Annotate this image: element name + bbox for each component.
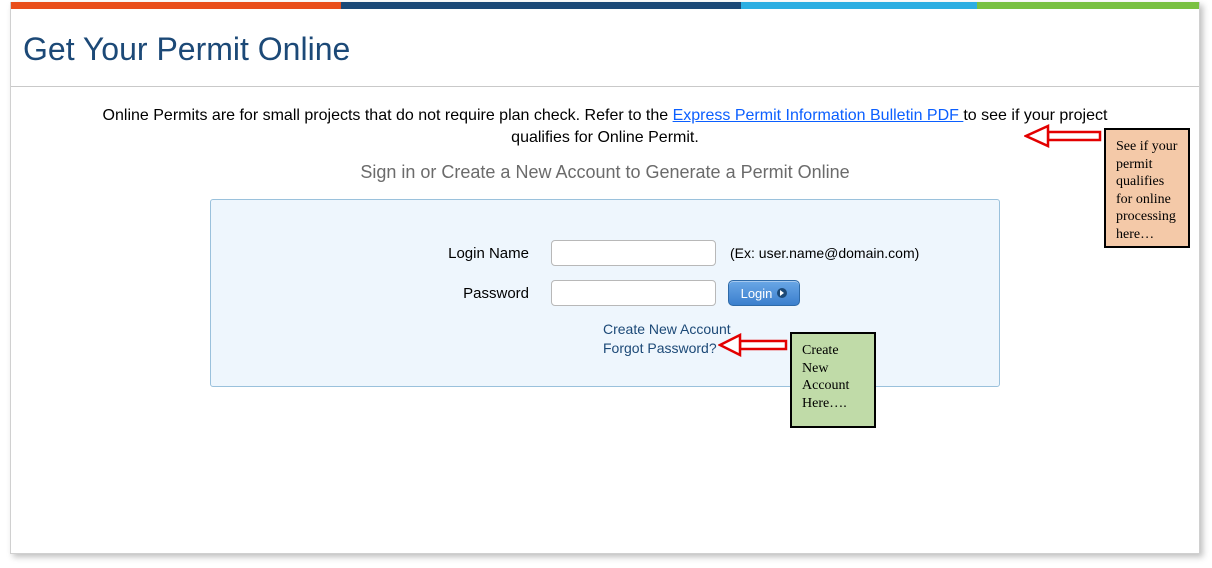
login-label: Login Name [211, 245, 551, 262]
login-input[interactable] [551, 240, 716, 266]
annotation-peach: See if your permit qualifies for online … [1104, 128, 1190, 248]
login-hint: (Ex: user.name@domain.com) [730, 245, 919, 261]
play-icon [777, 288, 787, 298]
accent-green [977, 2, 1199, 9]
password-input[interactable] [551, 280, 716, 306]
intro-prefix: Online Permits are for small projects th… [103, 107, 673, 124]
login-panel: Login Name (Ex: user.name@domain.com) Pa… [210, 199, 1000, 387]
page-frame: Get Your Permit Online Online Permits ar… [10, 2, 1200, 554]
top-accent-bar [11, 2, 1199, 9]
login-button[interactable]: Login [728, 280, 800, 306]
express-permit-link[interactable]: Express Permit Information Bulletin PDF [673, 107, 964, 124]
subtitle: Sign in or Create a New Account to Gener… [11, 148, 1199, 195]
login-button-label: Login [741, 286, 773, 301]
login-row: Login Name (Ex: user.name@domain.com) [211, 240, 999, 266]
intro-text: Online Permits are for small projects th… [11, 87, 1199, 148]
accent-navy [341, 2, 741, 9]
annotation-green: Create New Account Here…. [790, 332, 876, 428]
accent-blue [741, 2, 977, 9]
password-row: Password Login [211, 280, 999, 306]
accent-orange [11, 2, 341, 9]
page-title: Get Your Permit Online [11, 9, 1199, 86]
password-label: Password [211, 285, 551, 302]
